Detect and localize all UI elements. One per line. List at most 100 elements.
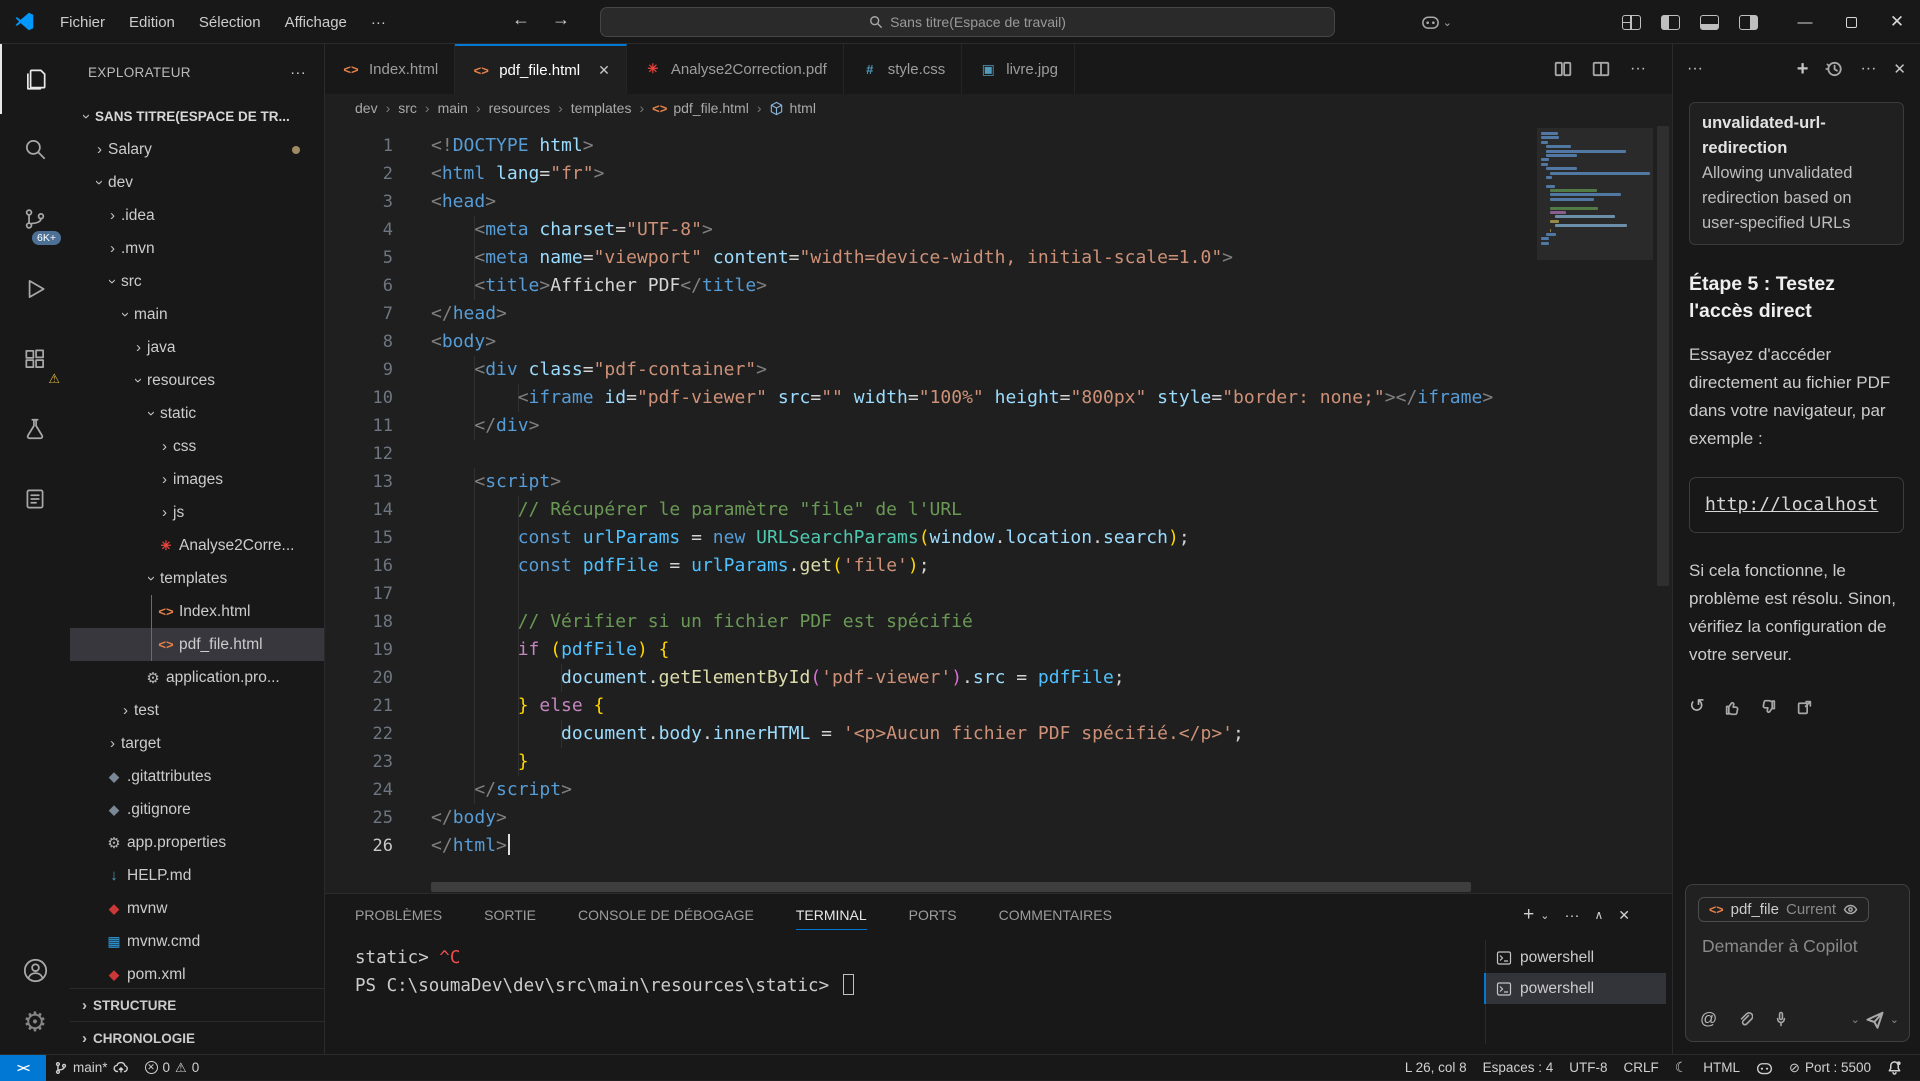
- customize-layout-icon[interactable]: [1622, 15, 1641, 30]
- chat-more-actions-icon[interactable]: ···: [1860, 60, 1876, 78]
- section-structure[interactable]: ›STRUCTURE: [70, 988, 324, 1021]
- open-changes-icon[interactable]: [1554, 60, 1572, 78]
- chat-input-box[interactable]: <> pdf_file Current Demander à Copilot @…: [1685, 884, 1910, 1042]
- send-mode-chevron-icon[interactable]: ⌄: [1851, 1013, 1860, 1026]
- tree-item--gitattributes[interactable]: ◆.gitattributes: [70, 760, 324, 793]
- tree-item-dev[interactable]: ›dev: [70, 166, 324, 199]
- panel-tab-ports[interactable]: PORTS: [909, 901, 957, 929]
- panel-tab-probl-mes[interactable]: PROBLÈMES: [355, 901, 442, 929]
- settings-gear-icon[interactable]: ⚙: [0, 996, 70, 1048]
- copilot-menu-button[interactable]: ⌄: [1421, 14, 1452, 30]
- tree-item-static[interactable]: ›static: [70, 397, 324, 430]
- breadcrumb-part[interactable]: templates: [571, 100, 632, 116]
- breadcrumb-part[interactable]: src: [398, 100, 417, 116]
- menu-sélection[interactable]: Sélection: [187, 9, 273, 36]
- send-icon[interactable]: [1865, 1009, 1885, 1029]
- localhost-link[interactable]: http://localhost: [1705, 494, 1878, 515]
- tab-style-css[interactable]: #style.css: [844, 44, 963, 94]
- indentation-item[interactable]: Espaces : 4: [1475, 1055, 1562, 1081]
- menu-fichier[interactable]: Fichier: [48, 9, 117, 36]
- activity-notebook-icon[interactable]: [0, 464, 70, 534]
- menu-edition[interactable]: Edition: [117, 9, 187, 36]
- remote-indicator[interactable]: ><: [0, 1055, 46, 1081]
- tree-item-pom-xml[interactable]: ◆pom.xml: [70, 958, 324, 988]
- tree-item-help-md[interactable]: ↓HELP.md: [70, 859, 324, 892]
- tab-close-icon[interactable]: ✕: [598, 62, 610, 79]
- breadcrumb-part[interactable]: main: [438, 100, 468, 116]
- nav-forward-icon[interactable]: →: [552, 9, 570, 30]
- toggle-right-sidebar-icon[interactable]: [1739, 15, 1758, 30]
- minimap[interactable]: [1537, 122, 1653, 881]
- panel-more-actions-icon[interactable]: ···: [1564, 907, 1579, 924]
- tree-item-app-properties[interactable]: ⚙app.properties: [70, 826, 324, 859]
- copilot-status-icon[interactable]: [1748, 1055, 1781, 1081]
- chat-messages[interactable]: unvalidated-url-redirection Allowing unv…: [1673, 94, 1920, 721]
- window-restore-button[interactable]: [1828, 0, 1874, 44]
- activity-testing-icon[interactable]: [0, 394, 70, 464]
- cursor-position-item[interactable]: L 26, col 8: [1397, 1055, 1475, 1081]
- chat-editor-more-icon[interactable]: ···: [1687, 60, 1703, 78]
- tree-item-sans-titre-espace-de-tr-[interactable]: ›SANS TITRE(ESPACE DE TR...: [70, 100, 324, 133]
- tree-item-target[interactable]: ›target: [70, 727, 324, 760]
- tree-item-js[interactable]: ›js: [70, 496, 324, 529]
- notifications-bell-icon[interactable]: [1879, 1055, 1910, 1081]
- editor-horizontal-scrollbar[interactable]: [325, 881, 1672, 893]
- problems-item[interactable]: ✕ 0 ⚠ 0: [137, 1055, 208, 1081]
- panel-tab-terminal[interactable]: TERMINAL: [796, 901, 867, 930]
- microphone-icon[interactable]: [1773, 1011, 1789, 1027]
- editor-more-actions-icon[interactable]: ···: [1630, 60, 1646, 78]
- tree-item-templates[interactable]: ›templates: [70, 562, 324, 595]
- tree-item-test[interactable]: ›test: [70, 694, 324, 727]
- mention-icon[interactable]: @: [1700, 1009, 1717, 1029]
- tab-pdf-file-html[interactable]: <>pdf_file.html✕: [455, 44, 627, 94]
- tab-analyse2correction-pdf[interactable]: ✳Analyse2Correction.pdf: [627, 44, 844, 94]
- theme-moon-icon[interactable]: ☾: [1667, 1055, 1696, 1081]
- tree-item-index-html[interactable]: <>Index.html: [70, 595, 324, 628]
- send-options-chevron-icon[interactable]: ⌄: [1890, 1013, 1899, 1026]
- panel-tab-sortie[interactable]: SORTIE: [484, 901, 536, 929]
- tree-item-css[interactable]: ›css: [70, 430, 324, 463]
- eol-item[interactable]: CRLF: [1615, 1055, 1666, 1081]
- window-close-button[interactable]: ✕: [1874, 0, 1920, 44]
- new-terminal-icon[interactable]: +: [1523, 904, 1534, 926]
- activity-search-icon[interactable]: [0, 114, 70, 184]
- git-branch-item[interactable]: main*: [46, 1055, 137, 1081]
- insert-into-file-icon[interactable]: [1796, 699, 1813, 716]
- thumbs-up-icon[interactable]: [1724, 699, 1741, 716]
- tree-item-mvnw[interactable]: ◆mvnw: [70, 892, 324, 925]
- tree-item-analyse2corre-[interactable]: ✳Analyse2Corre...: [70, 529, 324, 562]
- editor-vertical-scrollbar[interactable]: [1657, 126, 1669, 586]
- tree-item-java[interactable]: ›java: [70, 331, 324, 364]
- encoding-item[interactable]: UTF-8: [1561, 1055, 1615, 1081]
- panel-maximize-icon[interactable]: ∧: [1594, 908, 1603, 922]
- language-mode-item[interactable]: HTML: [1695, 1055, 1748, 1081]
- panel-close-icon[interactable]: ✕: [1618, 907, 1630, 924]
- breadcrumb-symbol[interactable]: html: [789, 100, 815, 116]
- regenerate-icon[interactable]: ↺: [1689, 693, 1705, 721]
- terminal-instance-powershell[interactable]: powershell: [1484, 942, 1666, 973]
- tree-item--mvn[interactable]: ›.mvn: [70, 232, 324, 265]
- command-center-search[interactable]: Sans titre(Espace de travail): [600, 7, 1335, 37]
- tab-index-html[interactable]: <>Index.html: [325, 44, 455, 94]
- window-minimize-button[interactable]: —: [1782, 0, 1828, 44]
- new-chat-icon[interactable]: +: [1797, 58, 1809, 81]
- code-editor[interactable]: 1<!DOCTYPE html>2<html lang="fr">3<head>…: [325, 122, 1672, 881]
- toggle-panel-icon[interactable]: [1700, 15, 1719, 30]
- section-chronologie[interactable]: ›CHRONOLOGIE: [70, 1021, 324, 1054]
- accounts-icon[interactable]: [0, 944, 70, 996]
- tree-item--gitignore[interactable]: ◆.gitignore: [70, 793, 324, 826]
- menu-affichage[interactable]: Affichage: [273, 9, 359, 36]
- live-server-port-item[interactable]: ⊘ Port : 5500: [1781, 1055, 1879, 1081]
- nav-back-icon[interactable]: ←: [512, 9, 530, 30]
- tree-item-pdf-file-html[interactable]: <>pdf_file.html: [70, 628, 324, 661]
- activity-explorer-icon[interactable]: [0, 44, 70, 114]
- toggle-left-sidebar-icon[interactable]: [1661, 15, 1680, 30]
- breadcrumb-file[interactable]: pdf_file.html: [673, 100, 748, 116]
- thumbs-down-icon[interactable]: [1760, 699, 1777, 716]
- breadcrumb-part[interactable]: dev: [355, 100, 378, 116]
- split-editor-icon[interactable]: [1592, 60, 1610, 78]
- tree-item-application-pro-[interactable]: ⚙application.pro...: [70, 661, 324, 694]
- chat-history-icon[interactable]: [1825, 60, 1843, 78]
- tree-item-images[interactable]: ›images: [70, 463, 324, 496]
- menu-more-icon[interactable]: ···: [359, 9, 398, 36]
